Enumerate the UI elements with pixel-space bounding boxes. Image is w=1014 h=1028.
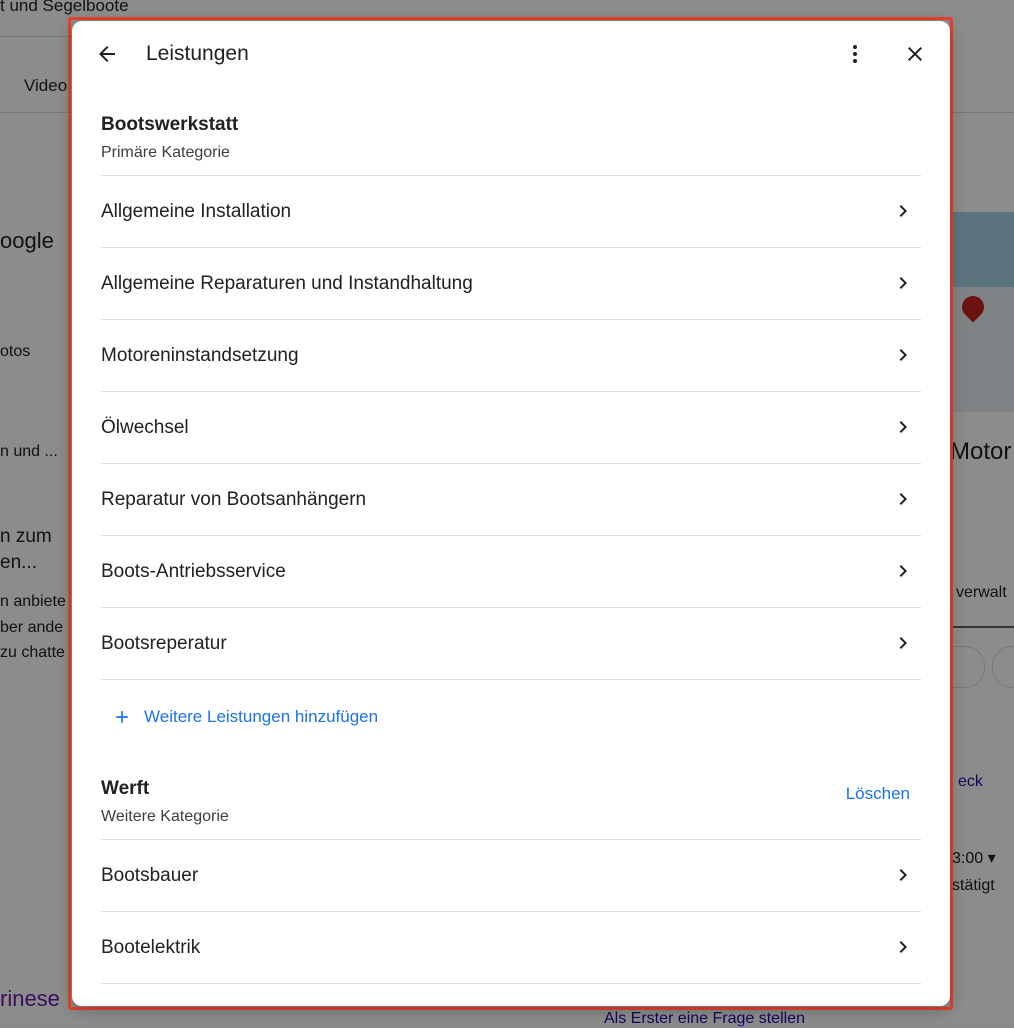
secondary-category-subtitle: Weitere Kategorie [101, 808, 229, 825]
service-label: Motoreninstandsetzung [101, 344, 299, 366]
primary-category-header: Bootswerkstatt Primäre Kategorie [101, 114, 921, 162]
service-row[interactable]: Bootsbauer [101, 839, 921, 911]
add-services-label: Weitere Leistungen hinzufügen [144, 707, 379, 726]
back-button[interactable] [90, 37, 124, 71]
service-label: Reparatur von Bootsanhängern [101, 488, 367, 510]
secondary-category-name: Werft [101, 778, 150, 799]
dialog-title: Leistungen [146, 42, 249, 65]
service-row[interactable]: Allgemeine Installation [101, 175, 921, 247]
primary-services-list: Allgemeine Installation Allgemeine Repar… [101, 175, 921, 680]
chevron-right-icon [899, 941, 907, 953]
chevron-right-icon [899, 205, 907, 217]
chevron-right-icon [899, 277, 907, 289]
service-row[interactable]: Motoreninstandsetzung [101, 319, 921, 391]
chevron-right-icon [899, 421, 907, 433]
service-row[interactable]: Boots-Antriebsservice [101, 535, 921, 607]
primary-category-name: Bootswerkstatt [101, 114, 239, 135]
service-row[interactable]: Bootsreperatur [101, 607, 921, 680]
service-label: Allgemeine Reparaturen und Instandhaltun… [101, 272, 473, 294]
service-label: Bootsreperatur [101, 632, 227, 654]
services-dialog: Leistungen Bootswerkstatt Primäre Katego… [72, 21, 950, 1006]
service-row[interactable]: Ölwechsel [101, 391, 921, 463]
chevron-right-icon [899, 565, 907, 577]
close-icon [908, 47, 922, 61]
chevron-right-icon [899, 637, 907, 649]
dialog-header: Leistungen [72, 21, 950, 85]
secondary-category-header: Werft Weitere Kategorie Löschen [101, 778, 921, 826]
service-label: Bootsbauer [101, 864, 199, 886]
service-label: Allgemeine Installation [101, 200, 292, 222]
service-label: Boots-Antriebsservice [101, 560, 286, 582]
more-options-button[interactable] [840, 37, 870, 71]
close-button[interactable] [898, 37, 932, 71]
more-vert-icon [853, 45, 857, 63]
arrow-back-icon [99, 46, 115, 62]
chevron-right-icon [899, 493, 907, 505]
service-row[interactable]: Allgemeine Reparaturen und Instandhaltun… [101, 247, 921, 319]
plus-icon [116, 711, 128, 723]
delete-category-button[interactable]: Löschen [846, 784, 910, 804]
service-label: Ölwechsel [101, 416, 189, 438]
service-row[interactable]: Reparatur von Bootsanhängern [101, 463, 921, 535]
service-row[interactable]: Bootelektrik [101, 911, 921, 984]
chevron-right-icon [899, 349, 907, 361]
add-services-button[interactable]: Weitere Leistungen hinzufügen [112, 707, 378, 727]
primary-category-subtitle: Primäre Kategorie [101, 144, 230, 161]
secondary-services-list: Bootsbauer Bootelektrik [101, 839, 921, 984]
service-label: Bootelektrik [101, 936, 201, 958]
chevron-right-icon [899, 869, 907, 881]
